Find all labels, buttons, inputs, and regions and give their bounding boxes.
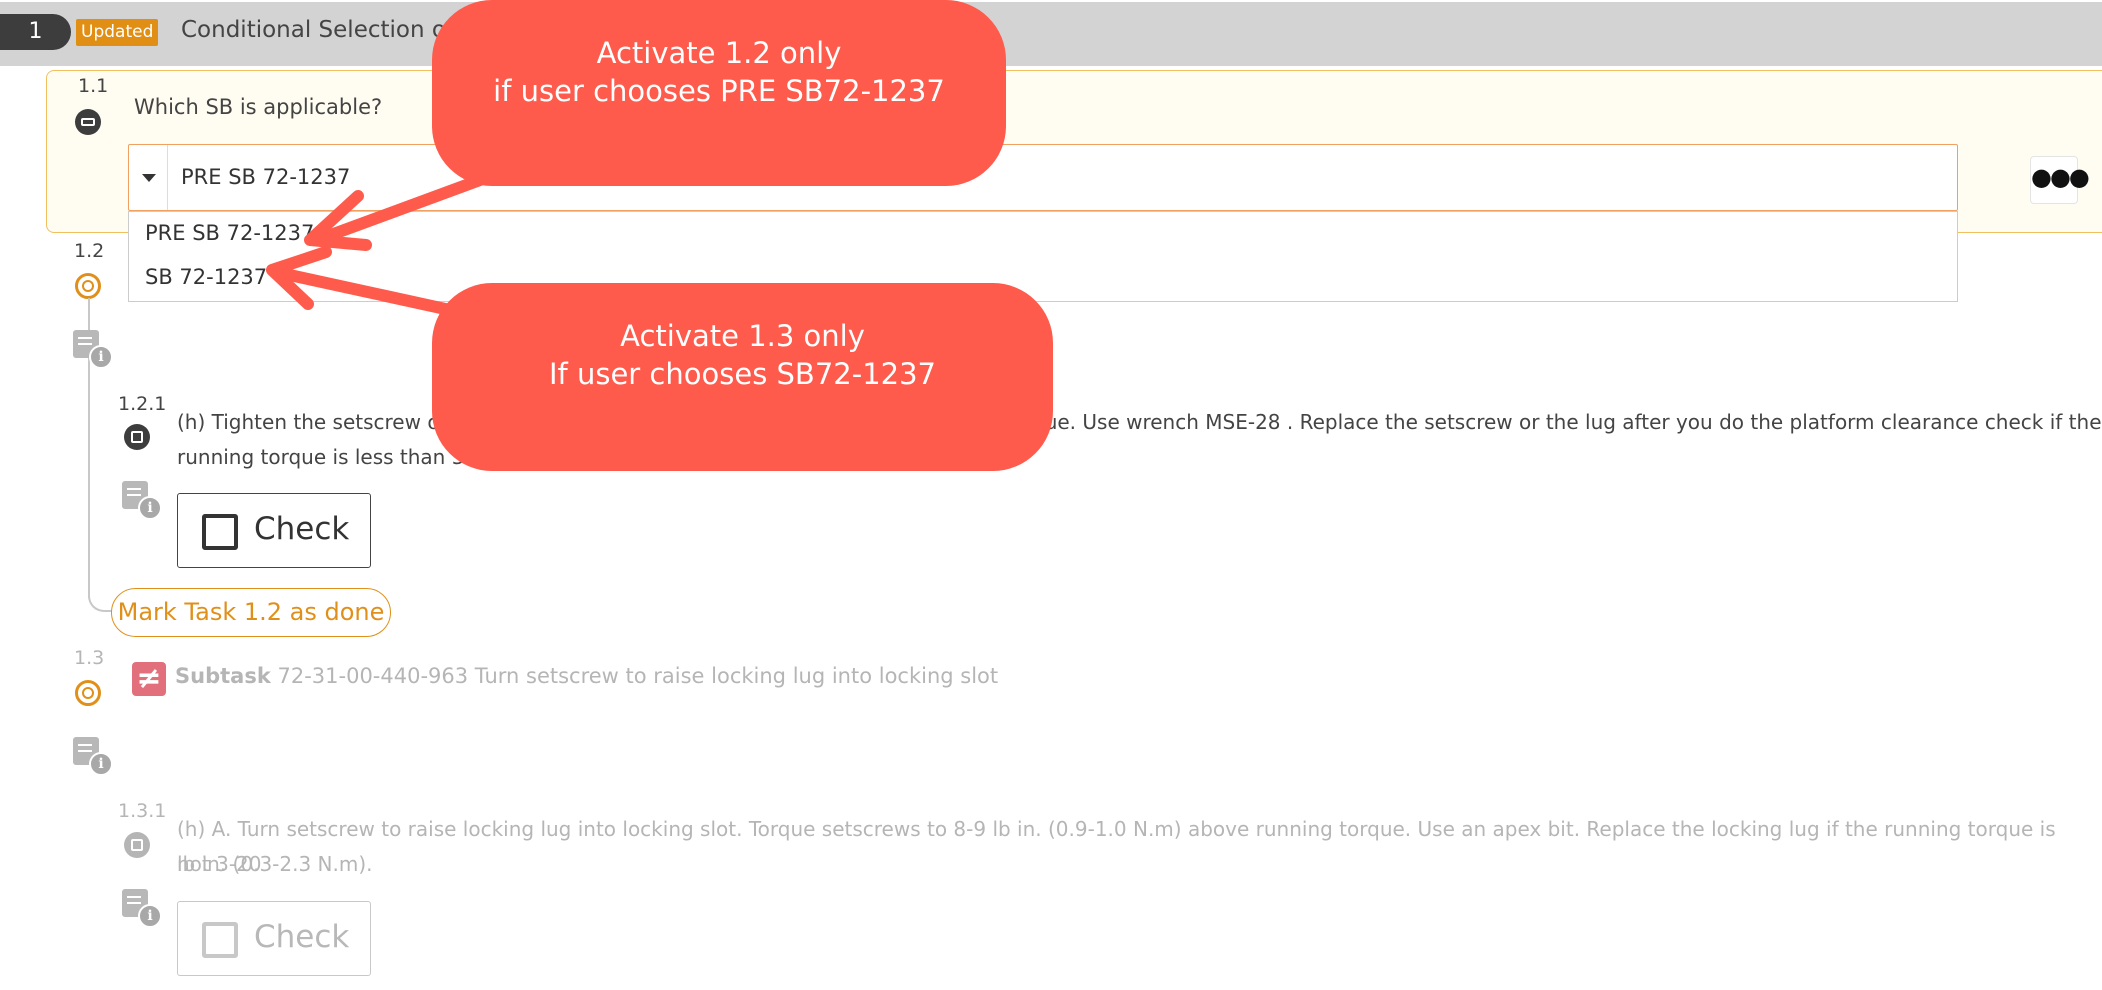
- select-value: PRE SB 72-1237: [181, 165, 351, 189]
- step-text-right: que. Use wrench MSE-28 . Replace the set…: [1032, 410, 2102, 434]
- more-options-button[interactable]: ●●●: [2030, 156, 2090, 204]
- task-number: 1.1: [78, 75, 109, 97]
- subtask-prefix: Subtask: [175, 664, 271, 688]
- step-number-badge: 1: [0, 14, 71, 50]
- check-button[interactable]: Check: [177, 901, 371, 976]
- task-connector-curve: [88, 580, 114, 612]
- callout-top-line2: if user chooses PRE SB72-1237: [493, 74, 945, 108]
- procedure-title: Conditional Selection of: [181, 17, 455, 43]
- mark-task-done-button[interactable]: Mark Task 1.2 as done: [111, 588, 391, 637]
- status-pending-icon: [75, 273, 101, 299]
- note-info-icon[interactable]: i: [73, 330, 117, 374]
- checkbox-step-icon: [124, 832, 150, 858]
- updated-badge: Updated: [76, 19, 159, 46]
- step-number: 1.3.1: [118, 800, 167, 822]
- step-text-line2: lb in. (0.3-2.3 N.m).: [177, 852, 373, 876]
- callout-bottom-line2: If user chooses SB72-1237: [548, 357, 936, 391]
- ellipsis-icon: ●●●: [2031, 163, 2090, 191]
- note-info-icon[interactable]: i: [73, 737, 117, 781]
- checkbox-icon: [202, 514, 238, 550]
- status-pending-icon: [75, 680, 101, 706]
- step-number: 1.2.1: [118, 393, 167, 415]
- check-button[interactable]: Check: [177, 493, 371, 568]
- sb-select[interactable]: PRE SB 72-1237: [128, 144, 1958, 211]
- dropdown-option-sb[interactable]: SB 72-1237: [145, 265, 267, 289]
- subtask-title: Subtask 72-31-00-440-963 Turn setscrew t…: [175, 664, 998, 688]
- procedure-header: 1 Updated Conditional Selection of: [0, 2, 2102, 66]
- subtask-text: 72-31-00-440-963 Turn setscrew to raise …: [277, 664, 999, 688]
- annotation-callout-bottom: Activate 1.3 only If user chooses SB72-1…: [432, 283, 1053, 471]
- callout-top-line1: Activate 1.2 only: [596, 36, 842, 70]
- step-text-left: (h) Tighten the setscrew of: [177, 410, 447, 434]
- task-number: 1.3: [74, 647, 105, 669]
- check-label: Check: [254, 919, 350, 955]
- caret-down-icon: [142, 174, 156, 182]
- note-info-icon[interactable]: i: [122, 481, 166, 525]
- callout-bottom-line1: Activate 1.3 only: [620, 319, 865, 353]
- dropdown-option-pre-sb[interactable]: PRE SB 72-1237: [145, 221, 314, 245]
- checkbox-icon: [202, 922, 238, 958]
- input-icon: [75, 109, 101, 135]
- annotation-callout-top: Activate 1.2 only if user chooses PRE SB…: [432, 0, 1006, 186]
- select-dropdown: PRE SB 72-1237 SB 72-1237: [128, 211, 1958, 302]
- task-number: 1.2: [74, 240, 105, 262]
- select-toggle[interactable]: [129, 145, 168, 210]
- note-info-icon[interactable]: i: [122, 889, 166, 933]
- task-question: Which SB is applicable?: [134, 95, 383, 119]
- not-equal-icon: ≠: [132, 662, 166, 696]
- check-label: Check: [254, 511, 350, 547]
- checkbox-step-icon: [124, 424, 150, 450]
